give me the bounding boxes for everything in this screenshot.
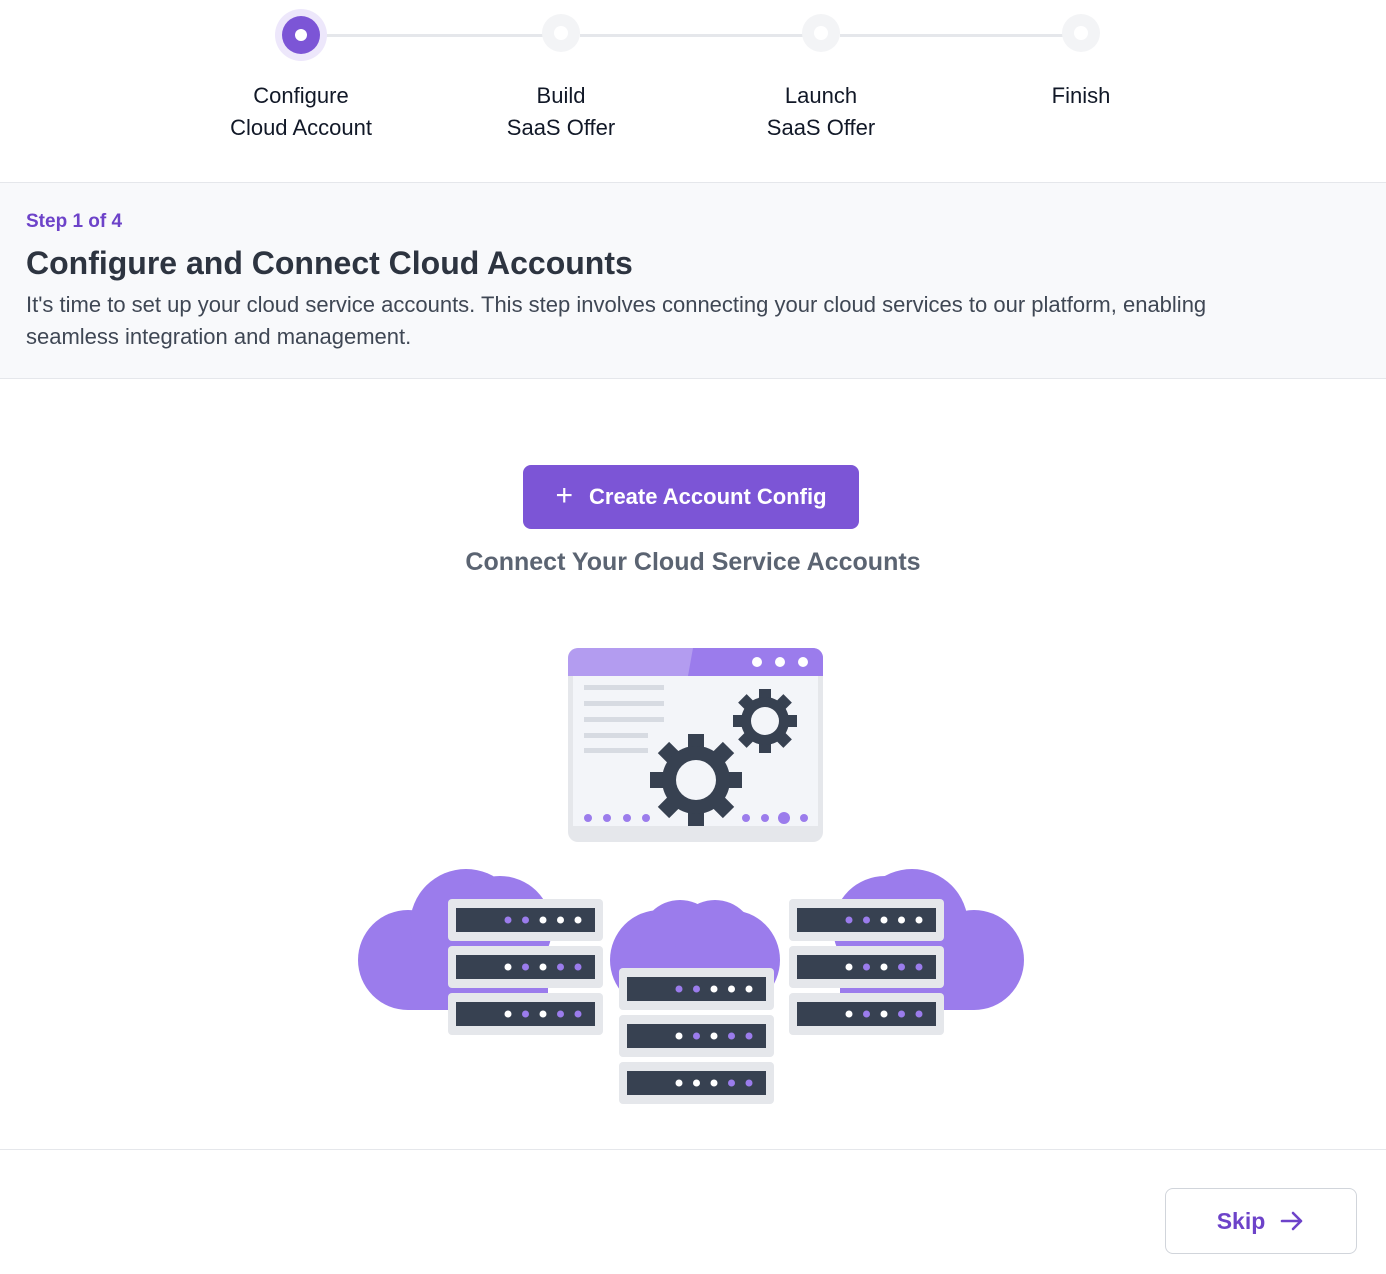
page-description: It's time to set up your cloud service a… [26, 292, 1207, 349]
stepper-connector [580, 34, 810, 37]
footer-divider [0, 1149, 1386, 1150]
create-account-config-button[interactable]: + Create Account Config [523, 465, 859, 529]
cloud-servers-illustration [358, 648, 1024, 1104]
browser-window-icon [568, 648, 823, 842]
step-active-indicator-icon [275, 9, 327, 61]
skip-button[interactable]: Skip [1165, 1188, 1357, 1254]
server-rack-icon [619, 968, 774, 1104]
server-rack-icon [448, 899, 603, 1035]
arrow-right-icon [1280, 1211, 1303, 1231]
page-title: Configure and Connect Cloud Accounts [26, 245, 633, 281]
stepper: Configure Cloud Account Build SaaS Offer… [0, 0, 1386, 182]
step-pending-indicator-icon [542, 14, 580, 52]
skip-label: Skip [1216, 1207, 1266, 1234]
step-pending-indicator-icon [1062, 14, 1100, 52]
step-label: Launch SaaS Offer [766, 83, 876, 140]
create-account-config-label: Create Account Config [589, 484, 827, 509]
empty-state-subtitle: Connect Your Cloud Service Accounts [465, 548, 921, 576]
server-rack-icon [789, 899, 944, 1035]
step-pending-indicator-icon [802, 14, 840, 52]
stepper-connector [320, 34, 550, 37]
step-label: Finish [1051, 83, 1111, 108]
plus-icon: + [555, 479, 573, 512]
step-label: Build SaaS Offer [506, 83, 616, 140]
stepper-connector [840, 34, 1070, 37]
step-info-panel: Step 1 of 4 Configure and Connect Cloud … [0, 182, 1386, 379]
step-counter: Step 1 of 4 [26, 211, 123, 232]
step-label: Configure Cloud Account [230, 83, 372, 140]
